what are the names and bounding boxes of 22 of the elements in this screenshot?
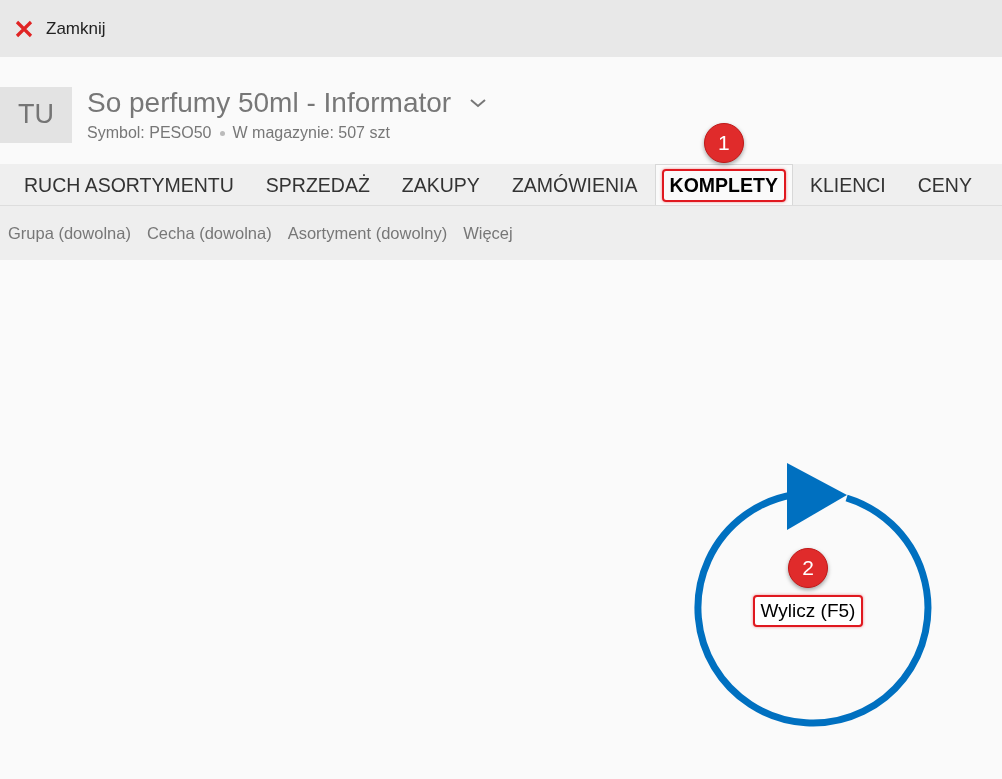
annotation-badge: 1 [703, 123, 744, 163]
tab[interactable]: CENY [902, 164, 987, 205]
filter-button[interactable]: Cecha (dowolna) [140, 219, 278, 247]
avatar-initials: TU [0, 86, 72, 143]
close-button[interactable]: Zamknij [12, 14, 108, 43]
tab[interactable]: SPRZEDAŻ [250, 164, 385, 205]
chevron-down-icon [469, 97, 488, 109]
symbol-text: Symbol: PESO50 [87, 124, 212, 142]
window-title: So perfumy 50ml - Informator [87, 87, 452, 119]
tab[interactable]: ZAMÓWIENIA [496, 164, 653, 205]
tab[interactable]: KLIENCI [794, 164, 901, 205]
close-icon [14, 18, 34, 39]
refresh-icon [694, 463, 932, 727]
dropdown-button[interactable] [469, 97, 488, 109]
tab[interactable]: RUCH ASORTYMENTU [9, 164, 249, 205]
tab[interactable]: ZAKUPY [386, 164, 495, 205]
calculate-button[interactable]: Wylicz (F5) [752, 595, 864, 627]
annotation-badge: 2 [788, 548, 828, 588]
filter-button[interactable]: Więcej [457, 219, 519, 247]
stock-text: W magazynie: 507 szt [232, 124, 390, 142]
filter-button[interactable]: Asortyment (dowolny) [281, 219, 454, 247]
filter-button[interactable]: Grupa (dowolna) [2, 219, 137, 247]
